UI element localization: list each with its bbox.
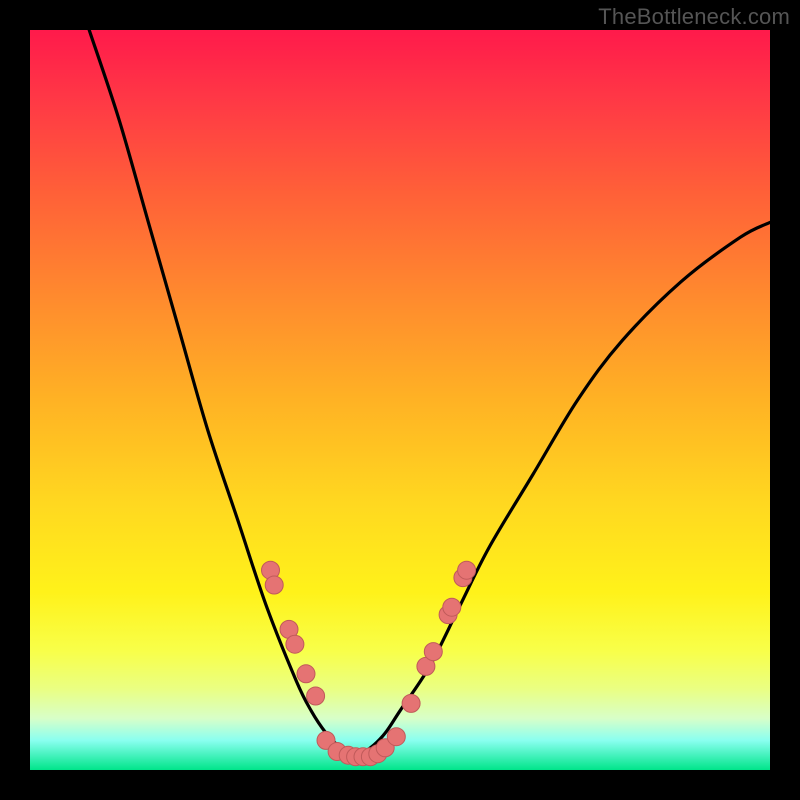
marker-group bbox=[262, 561, 476, 766]
data-marker bbox=[458, 561, 476, 579]
data-marker bbox=[424, 643, 442, 661]
chart-frame: TheBottleneck.com bbox=[0, 0, 800, 800]
data-marker bbox=[402, 694, 420, 712]
data-marker bbox=[307, 687, 325, 705]
data-marker bbox=[265, 576, 283, 594]
data-marker bbox=[297, 665, 315, 683]
plot-area bbox=[30, 30, 770, 770]
data-marker bbox=[387, 728, 405, 746]
data-marker bbox=[286, 635, 304, 653]
watermark-text: TheBottleneck.com bbox=[598, 4, 790, 30]
data-marker bbox=[443, 598, 461, 616]
chart-svg bbox=[30, 30, 770, 770]
